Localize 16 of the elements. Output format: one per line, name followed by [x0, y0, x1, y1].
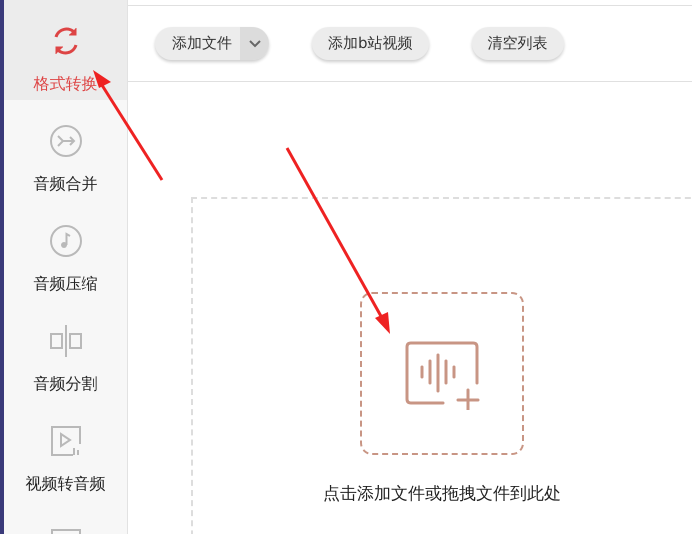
toolbar-button[interactable]: 添加b站视频: [312, 27, 429, 60]
drop-area[interactable]: 点击添加文件或拖拽文件到此处: [191, 197, 692, 534]
add-audio-box[interactable]: [360, 292, 524, 455]
music-note-icon: [48, 224, 82, 258]
drop-hint: 点击添加文件或拖拽文件到此处: [323, 483, 561, 506]
split-icon: [48, 324, 82, 358]
dropdown-caret-icon[interactable]: [240, 27, 269, 60]
sidebar-item[interactable]: 音频分割: [4, 300, 127, 400]
add-file-button[interactable]: 添加文件: [155, 27, 269, 60]
toolbar-button[interactable]: 清空列表: [472, 27, 564, 60]
sidebar-item[interactable]: 音频压缩: [4, 200, 127, 300]
video-play-icon: [48, 424, 82, 458]
merge-icon: [48, 124, 82, 158]
sidebar-item[interactable]: 视频转音频: [4, 400, 127, 500]
sidebar-item[interactable]: 音频合并: [4, 100, 127, 200]
sidebar-item[interactable]: 格式转换: [4, 0, 127, 100]
